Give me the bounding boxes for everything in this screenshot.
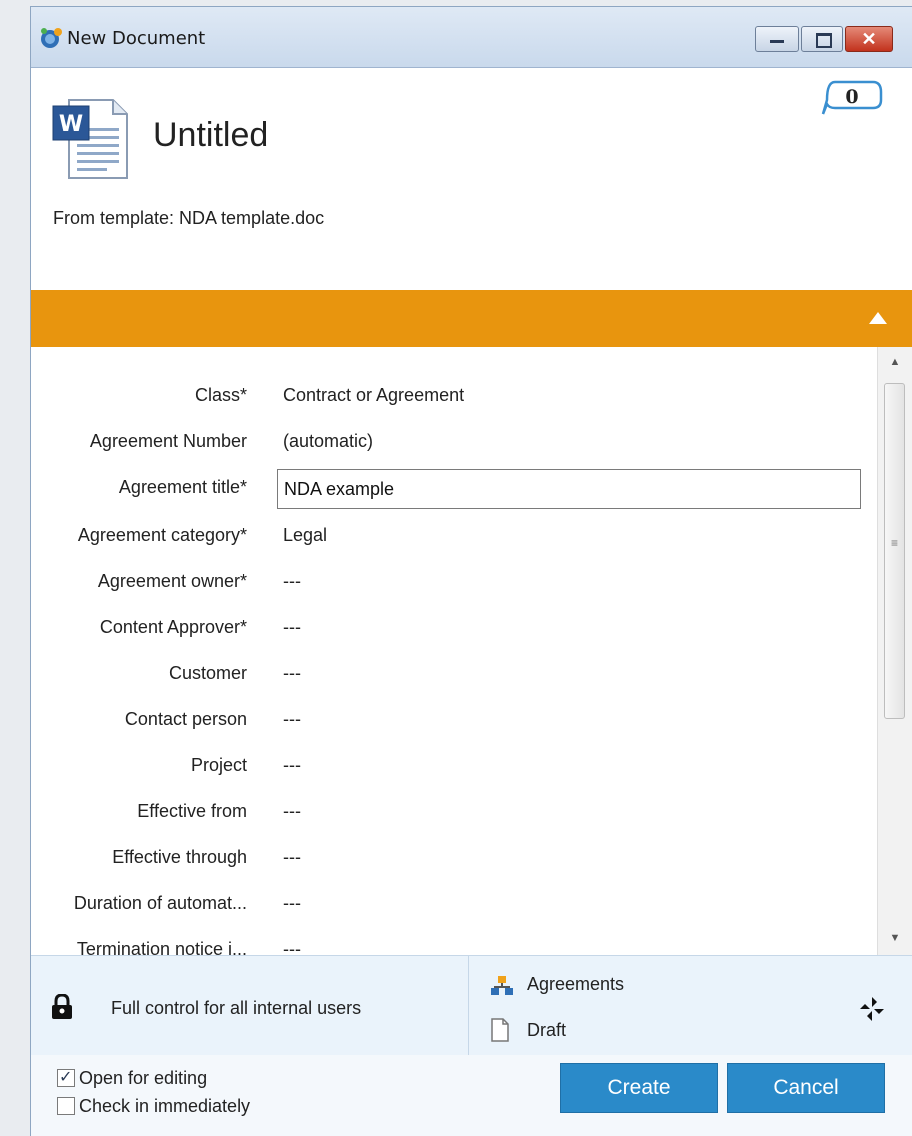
close-icon: ✕ bbox=[861, 29, 877, 49]
checkbox[interactable]: ✓ bbox=[57, 1069, 75, 1087]
property-row: Agreement category* Legal bbox=[31, 517, 877, 557]
property-label: Agreement Number bbox=[89, 431, 247, 451]
property-row: Effective through --- bbox=[31, 839, 877, 879]
property-value[interactable]: --- bbox=[283, 801, 301, 822]
property-label: Termination notice i... bbox=[76, 939, 247, 955]
minimize-button[interactable] bbox=[755, 26, 799, 52]
property-label: Effective through bbox=[112, 847, 247, 867]
property-row: Customer --- bbox=[31, 655, 877, 695]
maximize-button[interactable] bbox=[801, 26, 843, 52]
divider bbox=[468, 956, 469, 1056]
property-label: Contact person bbox=[124, 709, 247, 729]
minimize-icon bbox=[770, 40, 784, 43]
properties-scrollbar[interactable]: ▲ ≡ ▼ bbox=[877, 347, 912, 955]
svg-text:W: W bbox=[59, 112, 83, 137]
property-value[interactable]: --- bbox=[283, 847, 301, 868]
property-row: Agreement owner* --- bbox=[31, 563, 877, 603]
app-logo-icon bbox=[41, 28, 62, 48]
property-row: Effective from --- bbox=[31, 793, 877, 833]
property-value[interactable]: --- bbox=[283, 709, 301, 730]
property-value[interactable]: Legal bbox=[283, 525, 327, 546]
checkmark-icon: ✓ bbox=[59, 1069, 73, 1086]
cancel-button[interactable]: Cancel bbox=[727, 1063, 885, 1113]
property-label: Customer bbox=[168, 663, 247, 683]
lock-icon bbox=[52, 994, 72, 1019]
property-value[interactable]: --- bbox=[283, 663, 301, 684]
property-row: Content Approver* --- bbox=[31, 609, 877, 649]
property-value[interactable]: Contract or Agreement bbox=[283, 385, 464, 406]
property-label: Agreement category* bbox=[77, 525, 247, 545]
property-row: Project --- bbox=[31, 747, 877, 787]
property-row: Agreement Number (automatic) bbox=[31, 423, 877, 463]
agreement-title-input[interactable] bbox=[277, 469, 861, 509]
title-bar[interactable]: New Document ✕ bbox=[31, 7, 912, 68]
checkbox-label[interactable]: Check in immediately bbox=[79, 1096, 250, 1117]
property-label: Class* bbox=[194, 385, 247, 405]
checkbox[interactable] bbox=[57, 1097, 75, 1115]
scroll-up-arrow-icon[interactable]: ▲ bbox=[878, 347, 912, 377]
property-value[interactable]: --- bbox=[283, 571, 301, 592]
metadata-section-header[interactable] bbox=[31, 290, 912, 347]
create-button[interactable]: Create bbox=[560, 1063, 718, 1113]
property-value[interactable]: --- bbox=[283, 617, 301, 638]
dialog-footer: ✓ Open for editing Check in immediately … bbox=[31, 1055, 912, 1136]
metadata-properties: Class* Contract or Agreement Agreement N… bbox=[31, 347, 877, 955]
maximize-icon bbox=[816, 33, 832, 48]
property-value[interactable]: --- bbox=[283, 755, 301, 776]
close-button[interactable]: ✕ bbox=[845, 26, 893, 52]
checkbox-label[interactable]: Open for editing bbox=[79, 1068, 207, 1089]
scroll-down-arrow-icon[interactable]: ▼ bbox=[878, 923, 912, 953]
workflow-name[interactable]: Agreements bbox=[527, 974, 624, 995]
property-row: Duration of automat... --- bbox=[31, 885, 877, 925]
permissions-text[interactable]: Full control for all internal users bbox=[111, 998, 361, 1019]
property-value[interactable]: --- bbox=[283, 939, 301, 955]
workflow-state[interactable]: Draft bbox=[527, 1020, 566, 1041]
page-icon bbox=[491, 1018, 509, 1042]
info-panel: Full control for all internal users Agre… bbox=[31, 955, 912, 1057]
template-source: From template: NDA template.doc bbox=[53, 208, 325, 228]
property-label: Duration of automat... bbox=[73, 893, 247, 913]
comments-button[interactable]: 0 bbox=[821, 80, 883, 120]
property-value[interactable]: --- bbox=[283, 893, 301, 914]
property-value: (automatic) bbox=[283, 431, 374, 451]
grip-icon: ≡ bbox=[890, 536, 898, 550]
document-header: W Untitled 0 From template: NDA template… bbox=[31, 68, 912, 290]
new-document-dialog: New Document ✕ W Untitled 0 From templat… bbox=[30, 6, 912, 1136]
property-row: Termination notice i... --- bbox=[31, 931, 877, 955]
property-label: Agreement title* bbox=[118, 477, 247, 497]
property-row: Class* Contract or Agreement bbox=[31, 377, 877, 417]
word-document-icon: W bbox=[52, 99, 128, 179]
property-label: Effective from bbox=[137, 801, 247, 821]
refresh-icon[interactable] bbox=[857, 994, 887, 1024]
property-label: Content Approver* bbox=[99, 617, 247, 637]
workflow-icon bbox=[491, 976, 513, 995]
property-label: Agreement owner* bbox=[97, 571, 247, 591]
comment-count: 0 bbox=[845, 86, 859, 108]
property-label: Project bbox=[190, 755, 247, 775]
scrollbar-thumb[interactable]: ≡ bbox=[884, 383, 905, 719]
property-row: Agreement title* bbox=[31, 469, 877, 509]
window-title: New Document bbox=[67, 28, 206, 49]
document-title[interactable]: Untitled bbox=[153, 116, 268, 155]
collapse-triangle-icon[interactable] bbox=[869, 312, 887, 324]
property-row: Contact person --- bbox=[31, 701, 877, 741]
